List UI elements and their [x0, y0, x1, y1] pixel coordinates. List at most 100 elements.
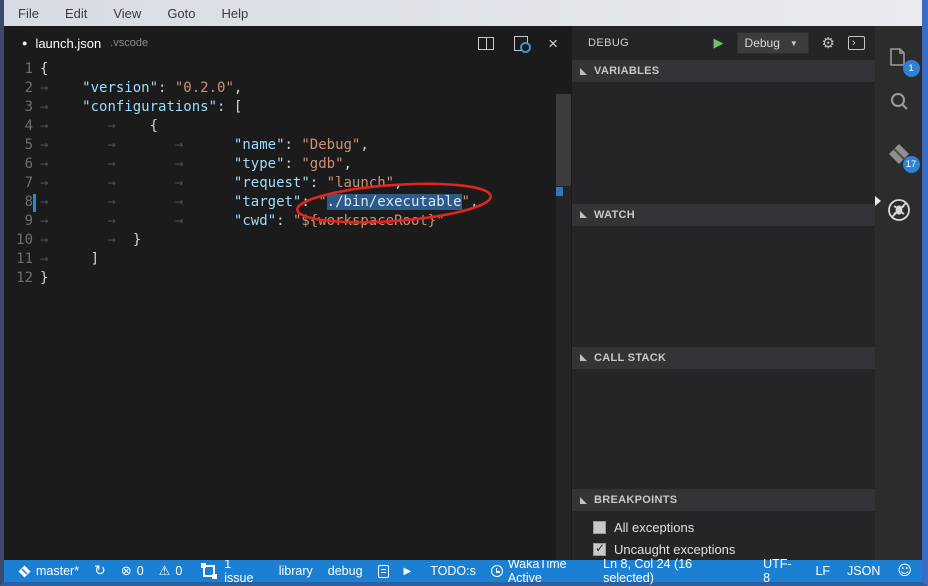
status-warnings[interactable]: ⚠ 0: [159, 564, 183, 579]
line-number: 10: [4, 231, 40, 250]
debug-config-value: Debug: [745, 36, 780, 50]
code-editor[interactable]: 1{2→ "version": "0.2.0",3→ "configuratio…: [4, 60, 572, 560]
tab-folder-label: .vscode: [110, 37, 148, 49]
breakpoint-row[interactable]: All exceptions: [572, 516, 875, 538]
activity-bar: 1 17: [875, 26, 922, 560]
dirty-indicator-icon: ●: [22, 38, 27, 48]
line-number: 3: [4, 98, 40, 117]
line-number: 2: [4, 79, 40, 98]
code-line[interactable]: 8→ → → "target": "./bin/executable",: [4, 193, 572, 212]
checkbox-checked[interactable]: [593, 543, 606, 556]
encoding-indicator[interactable]: UTF-8: [763, 557, 798, 585]
line-number: 4: [4, 117, 40, 136]
debug-sidebar: DEBUG ▶ Debug ▼ ⚙ › VARIABLES WATCH CALL…: [572, 26, 875, 560]
chevron-down-icon: ▼: [790, 39, 798, 48]
section-breakpoints[interactable]: BREAKPOINTS: [572, 489, 875, 511]
git-badge: 17: [903, 156, 920, 173]
section-variables[interactable]: VARIABLES: [572, 60, 875, 82]
error-icon: ⊗: [121, 564, 132, 579]
call-stack-body: [572, 369, 875, 489]
explorer-badge: 1: [903, 60, 920, 77]
code-line[interactable]: 6→ → → "type": "gdb",: [4, 155, 572, 174]
explorer-icon[interactable]: 1: [884, 43, 914, 73]
line-number: 11: [4, 250, 40, 269]
twistie-icon: [580, 497, 587, 504]
breakpoint-label: Uncaught exceptions: [614, 542, 735, 557]
status-git-branch[interactable]: master*: [18, 564, 79, 578]
close-icon[interactable]: ×: [548, 35, 558, 52]
cursor-position[interactable]: Ln 8, Col 24 (16 selected): [603, 557, 746, 585]
menu-item-file[interactable]: File: [18, 6, 39, 21]
code-lines: 1{2→ "version": "0.2.0",3→ "configuratio…: [4, 60, 572, 288]
status-issues[interactable]: 1 issue: [203, 557, 263, 585]
debug-panel-title: DEBUG: [588, 37, 629, 49]
twistie-icon: [580, 68, 587, 75]
git-icon[interactable]: 17: [884, 139, 914, 169]
code-line[interactable]: 4→ → {: [4, 117, 572, 136]
code-line[interactable]: 2→ "version": "0.2.0",: [4, 79, 572, 98]
split-editor-icon[interactable]: [478, 37, 494, 50]
section-watch-label: WATCH: [594, 209, 635, 221]
checkbox-unchecked[interactable]: [593, 521, 606, 534]
status-errors[interactable]: ⊗ 0: [121, 564, 144, 579]
code-line[interactable]: 12}: [4, 269, 572, 288]
debug-panel-header: DEBUG ▶ Debug ▼ ⚙ ›: [572, 26, 875, 60]
line-number: 12: [4, 269, 40, 288]
markdown-doc-icon[interactable]: [378, 565, 389, 578]
menu-item-edit[interactable]: Edit: [65, 6, 87, 21]
status-debug[interactable]: debug: [328, 564, 363, 578]
section-breakpoints-label: BREAKPOINTS: [594, 494, 677, 506]
menu-bar: File Edit View Goto Help: [4, 0, 922, 26]
section-watch[interactable]: WATCH: [572, 204, 875, 226]
code-line[interactable]: 1{: [4, 60, 572, 79]
editor-actions: ×: [478, 35, 558, 52]
main-area: ● launch.json .vscode × 1{2→ "version": …: [4, 26, 922, 560]
debug-config-dropdown[interactable]: Debug ▼: [737, 32, 809, 54]
editor-scrollbar-thumb[interactable]: [556, 94, 571, 186]
search-icon[interactable]: [884, 87, 914, 117]
start-debug-icon[interactable]: ▶: [714, 35, 724, 51]
play-icon[interactable]: ▶: [404, 566, 412, 577]
twistie-icon: [580, 354, 587, 361]
menu-item-help[interactable]: Help: [222, 6, 249, 21]
line-number: 6: [4, 155, 40, 174]
code-line[interactable]: 7→ → → "request": "launch",: [4, 174, 572, 193]
code-line[interactable]: 9→ → → "cwd": "${workspaceRoot}": [4, 212, 572, 231]
twistie-icon: [580, 211, 587, 218]
tab-launch-json[interactable]: launch.json: [35, 36, 101, 51]
breakpoint-label: All exceptions: [614, 520, 694, 535]
status-wakatime[interactable]: WakaTime Active: [491, 557, 603, 585]
status-bar: master* ↻ ⊗ 0 ⚠ 0 1 issue library debug …: [4, 560, 922, 582]
line-number: 9: [4, 212, 40, 231]
menu-item-view[interactable]: View: [113, 6, 141, 21]
sync-icon[interactable]: ↻: [94, 563, 106, 579]
menu-item-goto[interactable]: Goto: [167, 6, 195, 21]
editor-tab-bar: ● launch.json .vscode ×: [4, 26, 572, 60]
code-line[interactable]: 5→ → → "name": "Debug",: [4, 136, 572, 155]
debug-console-icon[interactable]: ›: [848, 36, 865, 50]
line-number: 1: [4, 60, 40, 79]
overview-selection-marker: [556, 187, 563, 196]
code-line[interactable]: 3→ "configurations": [: [4, 98, 572, 117]
text-cursor: [33, 194, 36, 212]
git-branch-icon: [18, 565, 31, 578]
breakpoints-body: All exceptions Uncaught exceptions: [572, 511, 875, 560]
language-indicator[interactable]: JSON: [847, 564, 880, 578]
issues-icon: [203, 565, 215, 577]
code-line[interactable]: 11→ ]: [4, 250, 572, 269]
status-todo[interactable]: TODO:s: [430, 564, 476, 578]
feedback-smiley-icon[interactable]: ☺: [897, 563, 912, 579]
section-call-stack[interactable]: CALL STACK: [572, 347, 875, 369]
line-number: 7: [4, 174, 40, 193]
eol-indicator[interactable]: LF: [815, 564, 830, 578]
status-library[interactable]: library: [279, 564, 313, 578]
clock-icon: [491, 565, 503, 577]
warning-icon: ⚠: [159, 564, 171, 579]
gear-icon[interactable]: ⚙: [822, 34, 835, 52]
open-preview-icon[interactable]: [514, 36, 528, 51]
debug-no-bug-icon[interactable]: [884, 195, 914, 225]
editor-region: ● launch.json .vscode × 1{2→ "version": …: [4, 26, 572, 560]
variables-body: [572, 82, 875, 204]
line-number: 5: [4, 136, 40, 155]
code-line[interactable]: 10→ → }: [4, 231, 572, 250]
